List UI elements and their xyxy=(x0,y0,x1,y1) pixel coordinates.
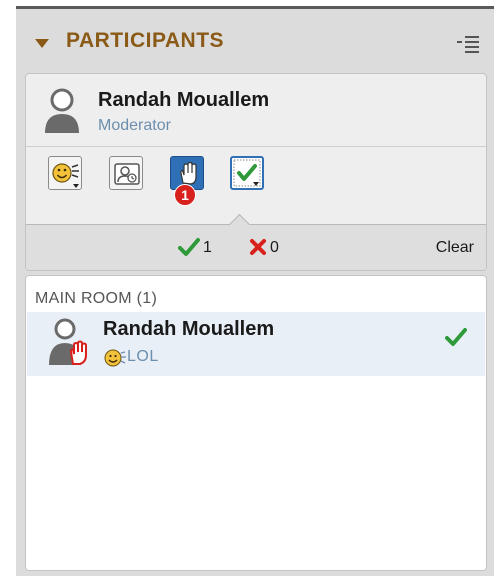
emoticon-button[interactable] xyxy=(48,156,82,190)
participant-status: LOL xyxy=(127,348,159,365)
clear-button[interactable]: Clear xyxy=(436,239,474,257)
participants-panel: PARTICIPANTS Randah Mouallem Moderator 1… xyxy=(16,6,494,576)
panel-title: PARTICIPANTS xyxy=(66,29,225,52)
emoticon-icon xyxy=(104,349,126,367)
participant-row[interactable]: Randah Mouallem LOL xyxy=(27,312,485,376)
no-count: 0 xyxy=(270,239,279,256)
participant-name: Randah Mouallem xyxy=(103,318,275,340)
panel-header[interactable]: PARTICIPANTS xyxy=(16,9,494,67)
step-away-icon xyxy=(114,163,140,185)
participant-avatar-icon xyxy=(49,318,87,365)
triangle-down-icon[interactable] xyxy=(35,39,49,48)
emoticon-icon xyxy=(52,163,79,188)
raised-hand-icon xyxy=(69,340,87,365)
list-options-icon[interactable] xyxy=(456,33,480,53)
yes-no-button[interactable] xyxy=(230,156,264,190)
room-title[interactable]: MAIN ROOM (1) xyxy=(35,290,157,308)
current-user-role: Moderator xyxy=(98,117,171,134)
step-away-button[interactable] xyxy=(109,156,143,190)
user-avatar-icon xyxy=(45,88,79,133)
raise-hand-badge: 1 xyxy=(174,184,196,206)
yes-check-icon xyxy=(178,238,200,256)
yes-count: 1 xyxy=(203,239,212,256)
yes-check-icon xyxy=(445,328,467,346)
no-x-icon xyxy=(250,239,266,255)
current-user-name: Randah Mouallem xyxy=(98,89,270,111)
room-list: MAIN ROOM (1) Randah Mouallem LOL xyxy=(25,275,487,571)
checkmark-icon xyxy=(233,159,261,187)
my-status-card: Randah Mouallem Moderator 1 1 0 Clear xyxy=(25,73,487,271)
current-user: Randah Mouallem Moderator xyxy=(26,74,486,147)
